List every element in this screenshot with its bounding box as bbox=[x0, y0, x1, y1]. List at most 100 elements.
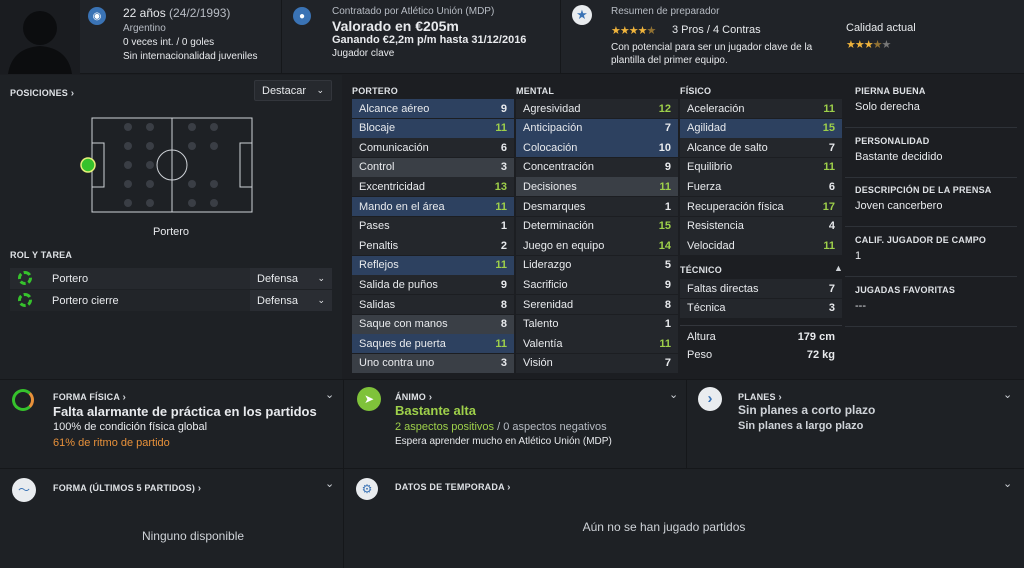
attribute-name: Serenidad bbox=[523, 298, 574, 311]
chevron-down-icon[interactable]: ⌄ bbox=[325, 477, 334, 490]
attribute-row[interactable]: Alcance aéreo 9 bbox=[352, 99, 514, 118]
physical-title: FÍSICO bbox=[680, 86, 712, 96]
attribute-value: 11 bbox=[659, 180, 671, 193]
attribute-row[interactable]: Saque con manos 8 bbox=[352, 314, 514, 334]
attribute-row[interactable]: Control 3 bbox=[352, 157, 514, 177]
collapse-up-icon[interactable]: ▲ bbox=[834, 263, 843, 273]
attribute-value: 8 bbox=[500, 318, 507, 331]
attribute-row[interactable]: Serenidad 8 bbox=[516, 295, 678, 314]
morale-title[interactable]: ÁNIMO bbox=[395, 392, 426, 402]
attribute-value: 12 bbox=[658, 102, 671, 115]
attribute-row[interactable]: Determinación 15 bbox=[516, 216, 678, 236]
attribute-value: 3 bbox=[500, 161, 507, 174]
attribute-row[interactable]: Anticipación 7 bbox=[516, 118, 678, 138]
attribute-row[interactable]: Salidas 8 bbox=[352, 295, 514, 314]
player-value[interactable]: Valorado en €205m bbox=[332, 18, 459, 34]
attribute-row[interactable]: Resistencia 4 bbox=[680, 216, 842, 236]
highlight-dropdown[interactable]: Destacar ⌄ bbox=[254, 80, 332, 101]
info-value: Joven cancerbero bbox=[855, 200, 943, 213]
attribute-row[interactable]: Penaltis 2 bbox=[352, 236, 514, 256]
attribute-name: Excentricidad bbox=[359, 180, 426, 193]
attribute-row[interactable]: Visión 7 bbox=[516, 353, 678, 373]
attribute-value: 1 bbox=[664, 318, 671, 331]
chevron-down-icon[interactable]: ⌄ bbox=[1003, 388, 1012, 401]
duty-dropdown[interactable]: Defensa ⌄ bbox=[250, 268, 332, 289]
attribute-name: Decisiones bbox=[523, 180, 577, 193]
attribute-row[interactable]: Equilibrio 11 bbox=[680, 157, 842, 177]
attribute-row[interactable]: Técnica 3 bbox=[680, 298, 842, 318]
attribute-name: Recuperación física bbox=[687, 200, 784, 213]
attribute-row[interactable]: Velocidad 11 bbox=[680, 236, 842, 256]
attribute-row[interactable]: Desmarques 1 bbox=[516, 197, 678, 216]
attribute-row[interactable]: Juego en equipo 14 bbox=[516, 236, 678, 256]
attribute-row[interactable]: Agresividad 12 bbox=[516, 99, 678, 118]
season-stats-title[interactable]: DATOS DE TEMPORADA bbox=[395, 482, 504, 492]
attribute-value: 9 bbox=[664, 278, 671, 291]
weight-label: Peso bbox=[687, 349, 713, 361]
attribute-row[interactable]: Fuerza 6 bbox=[680, 177, 842, 197]
form-empty-message: Ninguno disponible bbox=[141, 529, 245, 543]
player-header: ◉ 22 años (24/2/1993) Argentino 0 veces … bbox=[0, 0, 1024, 74]
fitness-title[interactable]: FORMA FÍSICA bbox=[53, 392, 120, 402]
chevron-right-icon: › bbox=[70, 88, 75, 99]
attribute-row[interactable]: Salida de puños 9 bbox=[352, 275, 514, 295]
form-title[interactable]: FORMA (ÚLTIMOS 5 PARTIDOS) bbox=[53, 483, 195, 493]
attribute-row[interactable]: Uno contra uno 3 bbox=[352, 353, 514, 373]
attribute-row[interactable]: Mando en el área 11 bbox=[352, 197, 514, 216]
player-info-item: CALIF. JUGADOR DE CAMPO 1 bbox=[845, 229, 1017, 278]
positions-title[interactable]: POSICIONES bbox=[10, 88, 68, 98]
attribute-row[interactable]: Pases 1 bbox=[352, 216, 514, 236]
morale-positives[interactable]: 2 aspectos positivos bbox=[395, 421, 494, 433]
info-value: Bastante decidido bbox=[855, 150, 943, 163]
chevron-down-icon: ⌄ bbox=[317, 295, 325, 305]
attribute-value: 11 bbox=[495, 337, 507, 350]
fitness-headline: Falta alarmante de práctica en los parti… bbox=[53, 404, 317, 419]
morale-negatives[interactable]: 0 aspectos negativos bbox=[503, 421, 606, 433]
attribute-row[interactable]: Agilidad 15 bbox=[680, 118, 842, 138]
attribute-row[interactable]: Valentía 11 bbox=[516, 334, 678, 354]
attribute-name: Equilibrio bbox=[687, 161, 733, 174]
chevron-down-icon[interactable]: ⌄ bbox=[325, 388, 334, 401]
attribute-name: Concentración bbox=[523, 161, 594, 174]
chevron-down-icon[interactable]: ⌄ bbox=[669, 388, 678, 401]
attribute-row[interactable]: Blocaje 11 bbox=[352, 118, 514, 138]
attribute-row[interactable]: Talento 1 bbox=[516, 314, 678, 334]
attribute-name: Uno contra uno bbox=[359, 357, 435, 370]
chevron-right-icon: › bbox=[122, 392, 126, 403]
plans-title[interactable]: PLANES bbox=[738, 392, 776, 402]
attribute-value: 11 bbox=[495, 122, 507, 135]
attribute-name: Alcance de salto bbox=[687, 141, 768, 154]
form-chart-icon: 〜 bbox=[12, 478, 36, 502]
scout-report-title[interactable]: Resumen de preparador bbox=[611, 6, 719, 17]
attribute-value: 1 bbox=[664, 200, 671, 213]
attribute-row[interactable]: Recuperación física 17 bbox=[680, 197, 842, 216]
attribute-name: Reflejos bbox=[359, 259, 399, 272]
duty-dropdown[interactable]: Defensa ⌄ bbox=[250, 290, 332, 311]
role-row[interactable]: Portero cierre Defensa ⌄ bbox=[10, 290, 332, 311]
player-info-item: DESCRIPCIÓN DE LA PRENSA Joven cancerbero bbox=[845, 179, 1017, 228]
attribute-row[interactable]: Liderazgo 5 bbox=[516, 255, 678, 275]
attribute-row[interactable]: Colocación 10 bbox=[516, 138, 678, 158]
chevron-down-icon[interactable]: ⌄ bbox=[1003, 477, 1012, 490]
attribute-value: 4 bbox=[828, 220, 835, 233]
attribute-row[interactable]: Aceleración 11 bbox=[680, 99, 842, 118]
attribute-row[interactable]: Alcance de salto 7 bbox=[680, 138, 842, 158]
attribute-row[interactable]: Faltas directas 7 bbox=[680, 279, 842, 298]
attribute-name: Liderazgo bbox=[523, 259, 572, 272]
attribute-row[interactable]: Decisiones 11 bbox=[516, 177, 678, 197]
attribute-name: Comunicación bbox=[359, 141, 429, 154]
attribute-row[interactable]: Saques de puerta 11 bbox=[352, 334, 514, 354]
attribute-row[interactable]: Comunicación 6 bbox=[352, 138, 514, 158]
attribute-row[interactable]: Excentricidad 13 bbox=[352, 177, 514, 197]
player-info-item: JUGADAS FAVORITAS --- bbox=[845, 279, 1017, 327]
attribute-row[interactable]: Sacrificio 9 bbox=[516, 275, 678, 295]
attribute-value: 7 bbox=[828, 282, 835, 295]
attribute-name: Saque con manos bbox=[359, 318, 448, 331]
attribute-row[interactable]: Concentración 9 bbox=[516, 157, 678, 177]
role-row[interactable]: Portero Defensa ⌄ bbox=[10, 268, 332, 289]
season-stats-icon: ⚙ bbox=[356, 478, 378, 500]
attribute-row[interactable]: Reflejos 11 bbox=[352, 255, 514, 275]
attribute-value: 17 bbox=[822, 200, 835, 213]
pros-cons[interactable]: 3 Pros / 4 Contras bbox=[672, 24, 761, 36]
attribute-name: Control bbox=[359, 161, 395, 174]
